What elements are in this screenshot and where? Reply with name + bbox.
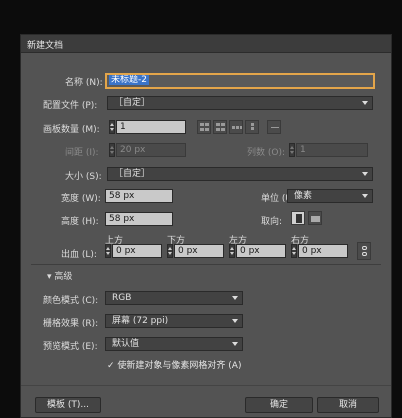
portrait-icon[interactable] xyxy=(291,211,305,225)
bleed-right-input[interactable]: 0 px xyxy=(298,244,348,258)
units-select[interactable]: 像素 xyxy=(287,189,373,203)
size-select[interactable]: ［自定］ xyxy=(107,167,373,181)
spacing-input: 20 px xyxy=(116,143,186,157)
templates-button[interactable]: 模板 (T)... xyxy=(35,397,101,413)
arrange-by-row-icon[interactable] xyxy=(229,120,243,134)
preview-value: 默认值 xyxy=(112,339,140,349)
ok-button[interactable]: 确定 xyxy=(245,397,313,413)
bleed-top-input[interactable]: 0 px xyxy=(112,244,162,258)
artboards-input[interactable]: 1 xyxy=(116,120,186,134)
bleed-right-stepper[interactable] xyxy=(291,244,297,258)
grid-by-row-icon[interactable] xyxy=(197,120,211,134)
bleed-bottom-stepper[interactable] xyxy=(167,244,173,258)
columns-stepper xyxy=(289,143,295,157)
bleed-top-stepper[interactable] xyxy=(105,244,111,258)
advanced-label: 高级 xyxy=(54,272,73,282)
height-input[interactable]: 58 px xyxy=(105,212,173,226)
grid-by-column-icon[interactable] xyxy=(213,120,227,134)
artboards-label: 画板数量 (M): xyxy=(43,125,100,135)
bleed-label: 出血 (L): xyxy=(61,250,97,260)
link-icon[interactable] xyxy=(357,242,371,260)
name-label: 名称 (N): xyxy=(65,78,103,88)
right-to-left-icon[interactable] xyxy=(267,120,281,134)
dialog-title: 新建文档 xyxy=(27,41,64,51)
spacing-stepper xyxy=(109,143,115,157)
bleed-left-input[interactable]: 0 px xyxy=(236,244,286,258)
new-document-dialog: 新建文档 名称 (N): 未标题-2 配置文件 (P): ［自定］ 画板数量 (… xyxy=(20,34,392,418)
advanced-toggle[interactable]: ▾ 高级 xyxy=(47,269,72,282)
dropdown-arrow-icon xyxy=(362,194,368,198)
width-input[interactable]: 58 px xyxy=(105,189,173,203)
raster-select[interactable]: 屏幕 (72 ppi) xyxy=(105,314,243,328)
profile-value: ［自定］ xyxy=(114,98,151,108)
spacing-label: 间距 (I): xyxy=(65,148,99,158)
size-label: 大小 (S): xyxy=(65,172,102,182)
columns-input: 1 xyxy=(296,143,368,157)
preview-select[interactable]: 默认值 xyxy=(105,337,243,351)
dropdown-arrow-icon xyxy=(362,172,368,176)
raster-label: 栅格效果 (R): xyxy=(43,319,99,329)
bleed-bottom-input[interactable]: 0 px xyxy=(174,244,224,258)
divider xyxy=(31,264,381,265)
name-input[interactable]: 未标题-2 xyxy=(105,73,375,89)
profile-label: 配置文件 (P): xyxy=(43,101,98,111)
triangle-down-icon: ▾ xyxy=(47,272,52,282)
name-value: 未标题-2 xyxy=(109,75,149,85)
raster-value: 屏幕 (72 ppi) xyxy=(112,316,169,326)
color-mode-value: RGB xyxy=(112,293,132,303)
color-mode-label: 颜色模式 (C): xyxy=(43,296,99,306)
dropdown-arrow-icon xyxy=(232,296,238,300)
landscape-icon[interactable] xyxy=(308,211,322,225)
width-label: 宽度 (W): xyxy=(61,194,101,204)
size-value: ［自定］ xyxy=(114,169,151,179)
title-bar[interactable]: 新建文档 xyxy=(21,35,391,53)
arrange-by-column-icon[interactable] xyxy=(245,120,259,134)
dropdown-arrow-icon xyxy=(232,342,238,346)
color-mode-select[interactable]: RGB xyxy=(105,291,243,305)
artboards-stepper[interactable] xyxy=(109,120,115,134)
units-value: 像素 xyxy=(294,191,313,201)
dropdown-arrow-icon xyxy=(232,319,238,323)
cancel-button[interactable]: 取消 xyxy=(317,397,379,413)
height-label: 高度 (H): xyxy=(61,217,99,227)
checkmark-icon: ✓ xyxy=(107,361,115,371)
profile-select[interactable]: ［自定］ xyxy=(107,96,373,110)
orientation-label: 取向: xyxy=(261,217,283,227)
footer-divider xyxy=(21,385,391,386)
columns-label: 列数 (O): xyxy=(247,148,285,158)
align-pixel-label: 使新建对象与像素网格对齐 (A) xyxy=(117,361,242,371)
bleed-left-stepper[interactable] xyxy=(229,244,235,258)
preview-label: 预览模式 (E): xyxy=(43,342,98,352)
align-pixel-checkbox[interactable]: ✓ 使新建对象与像素网格对齐 (A) xyxy=(107,358,241,371)
dropdown-arrow-icon xyxy=(362,101,368,105)
